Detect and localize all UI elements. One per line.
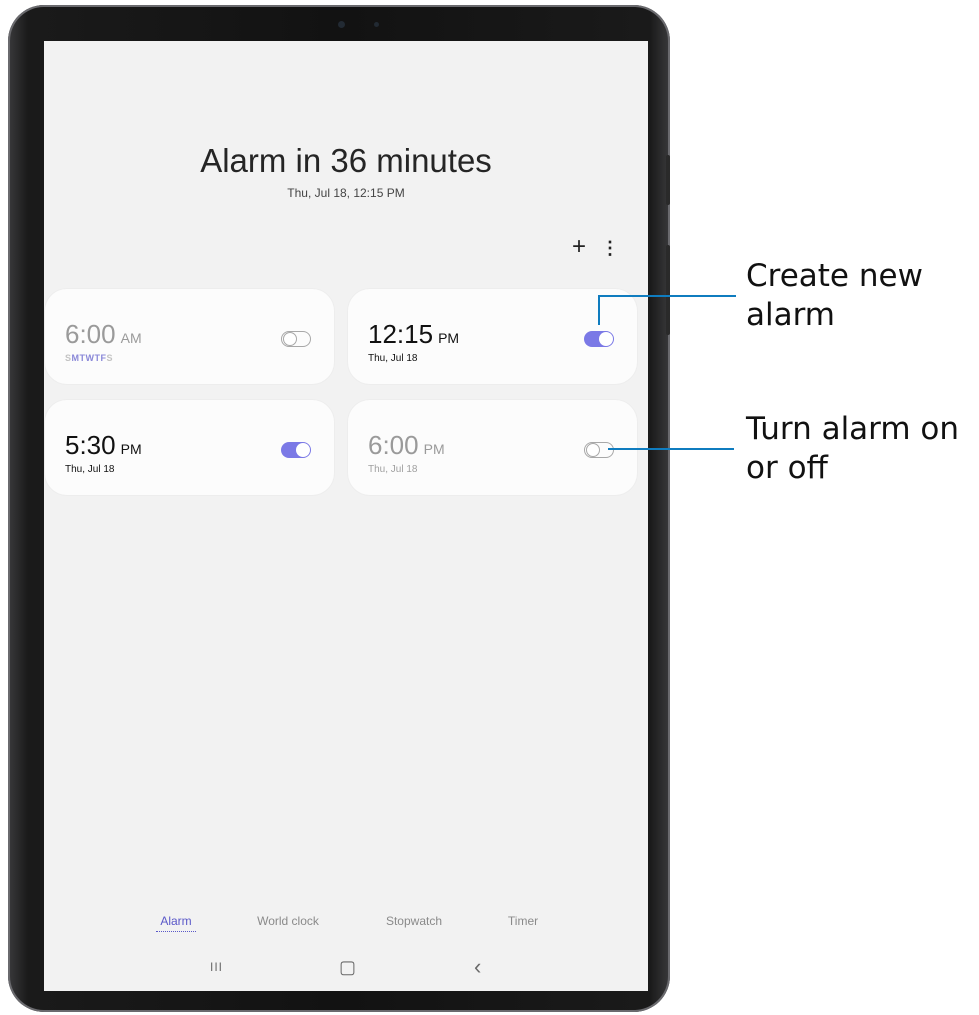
alarm-toggle[interactable]	[584, 442, 614, 458]
alarm-toggle[interactable]	[281, 442, 311, 458]
power-button	[666, 245, 670, 335]
toggle-knob	[586, 443, 600, 457]
callout-line-toggle	[608, 448, 734, 450]
recent-apps-icon[interactable]: III	[210, 959, 223, 975]
clock-app-screen: Alarm in 36 minutes Thu, Jul 18, 12:15 P…	[44, 41, 648, 991]
alarm-time: 5:30 PM	[65, 430, 142, 460]
front-camera	[338, 21, 345, 28]
alarm-date: Thu, Jul 18	[368, 464, 418, 475]
back-icon[interactable]: ‹	[474, 956, 481, 978]
callout-line-create	[598, 295, 600, 325]
add-alarm-icon[interactable]: +	[569, 235, 589, 259]
alarm-date: Thu, Jul 18	[65, 464, 115, 475]
toggle-knob	[283, 332, 297, 346]
callout-line-create	[598, 295, 736, 297]
alarm-toggle[interactable]	[281, 331, 311, 347]
more-options-icon[interactable]: ⋮	[601, 239, 619, 257]
alarm-card[interactable]: 6:00 PM Thu, Jul 18	[348, 400, 637, 495]
alarm-card[interactable]: 5:30 PM Thu, Jul 18	[45, 400, 334, 495]
alarm-card[interactable]: 12:15 PM Thu, Jul 18	[348, 289, 637, 384]
next-alarm-date: Thu, Jul 18, 12:15 PM	[287, 186, 405, 200]
tab-stopwatch[interactable]: Stopwatch	[377, 914, 451, 928]
alarm-time: 6:00 PM	[368, 430, 445, 460]
tablet-frame: Alarm in 36 minutes Thu, Jul 18, 12:15 P…	[8, 5, 670, 1012]
tab-timer[interactable]: Timer	[499, 914, 547, 928]
alarm-card[interactable]: 6:00 AM SMTWTFS	[45, 289, 334, 384]
callout-toggle-alarm: Turn alarm on or off	[746, 411, 960, 486]
tab-alarm[interactable]: Alarm	[156, 914, 196, 932]
sensor	[374, 22, 379, 27]
alarm-toggle[interactable]	[584, 331, 614, 347]
toggle-knob	[599, 332, 613, 346]
alarm-countdown-title: Alarm in 36 minutes	[200, 142, 492, 179]
callout-create-alarm: Create new alarm	[746, 258, 923, 333]
tab-world-clock[interactable]: World clock	[244, 914, 332, 928]
alarm-time: 6:00 AM	[65, 319, 142, 349]
toggle-knob	[296, 443, 310, 457]
volume-button	[666, 155, 670, 205]
home-icon[interactable]: ▢	[339, 958, 356, 976]
alarm-repeat-days: SMTWTFS	[65, 353, 114, 363]
alarm-date: Thu, Jul 18	[368, 353, 418, 364]
alarm-time: 12:15 PM	[368, 319, 460, 349]
